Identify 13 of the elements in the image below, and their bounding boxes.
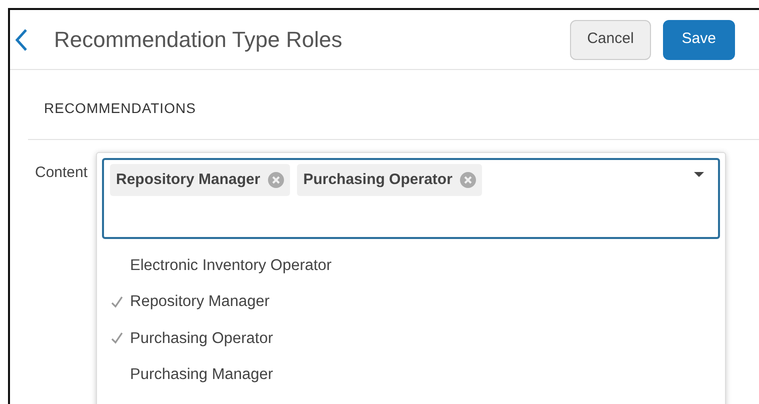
option-item[interactable]: Electronic Inventory Operator [102,247,720,284]
field-label: Content [34,163,89,183]
cancel-button[interactable]: Cancel [570,20,651,60]
option-item[interactable]: Repository Manager [102,284,720,320]
save-button[interactable]: Save [662,20,735,60]
tag: Purchasing Operator [297,164,482,196]
tag: Repository Manager [110,164,290,196]
page-title: Recommendation Type Roles [54,26,344,54]
section-title: RECOMMENDATIONS [44,99,197,118]
option-item[interactable]: Purchasing Manager [102,356,720,393]
caret-icon[interactable] [694,172,704,178]
multi-select-field[interactable]: Repository Manager Purchasing Operator [102,158,720,239]
option-item[interactable]: Purchasing Operator [102,320,720,356]
